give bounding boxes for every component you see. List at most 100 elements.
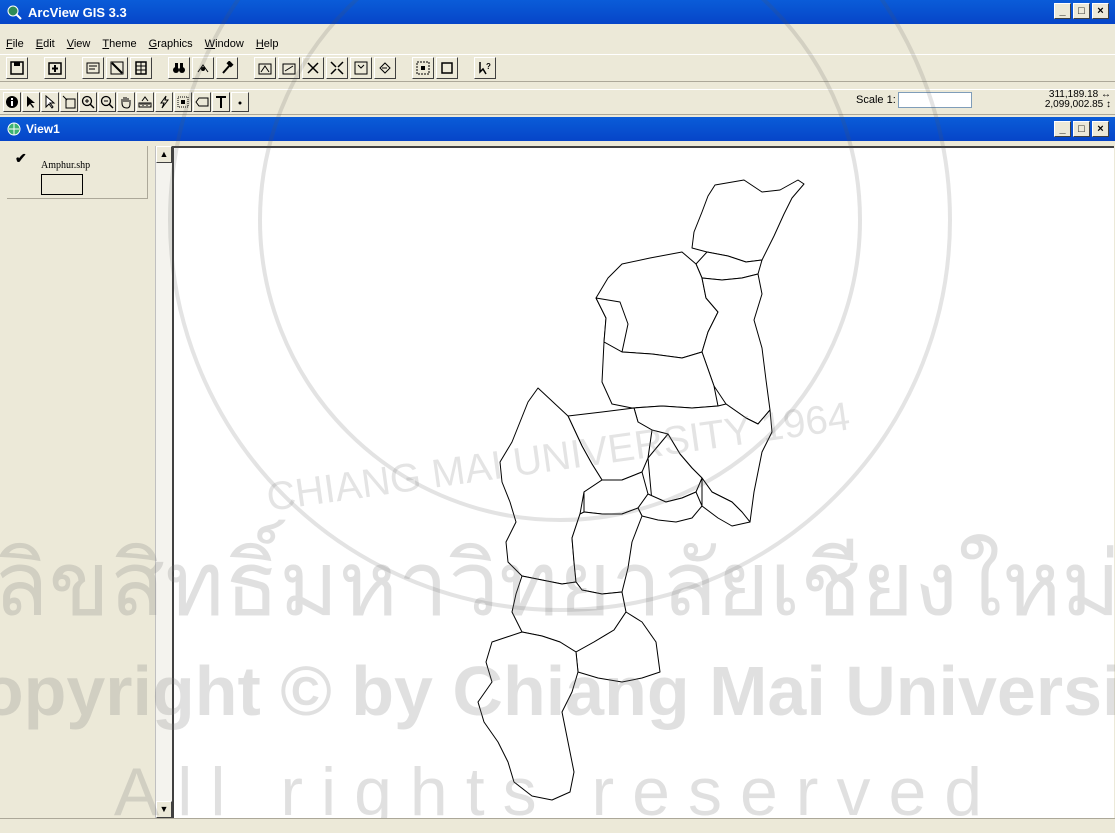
point-icon bbox=[238, 101, 242, 105]
table-of-contents: ✔ Amphur.shp ▲ ▼ bbox=[7, 146, 172, 818]
zoom-to-full-extent-button[interactable] bbox=[254, 57, 276, 79]
theme-legend-swatch bbox=[41, 174, 83, 195]
button-bar: ? bbox=[0, 54, 1115, 82]
scroll-down-arrow-icon[interactable]: ▼ bbox=[156, 801, 172, 818]
magnifier-plus-icon bbox=[81, 95, 95, 109]
pointer-tool[interactable] bbox=[22, 92, 40, 112]
north-south-arrow-icon: ↕ bbox=[1106, 99, 1111, 110]
back-arrow-icon bbox=[379, 62, 391, 74]
zoom-in-tool[interactable] bbox=[79, 92, 97, 112]
help-button[interactable]: ? bbox=[474, 57, 496, 79]
table-icon bbox=[135, 61, 147, 75]
theme-visibility-checkbox[interactable]: ✔ bbox=[15, 150, 27, 167]
add-theme-icon bbox=[48, 62, 62, 75]
properties-icon bbox=[86, 62, 100, 74]
select-features-button[interactable] bbox=[412, 57, 434, 79]
zoom-selected-icon bbox=[307, 62, 319, 74]
menu-graphics[interactable]: Graphics bbox=[143, 38, 199, 50]
ruler-icon bbox=[138, 96, 152, 108]
identify-tool[interactable] bbox=[3, 92, 21, 112]
view-title: View1 bbox=[26, 122, 60, 136]
scroll-up-arrow-icon[interactable]: ▲ bbox=[156, 146, 172, 163]
full-extent-icon bbox=[258, 63, 272, 75]
find-button[interactable] bbox=[168, 57, 190, 79]
menu-window[interactable]: Window bbox=[199, 38, 250, 50]
aoi-icon bbox=[177, 96, 189, 108]
pan-tool[interactable] bbox=[117, 92, 135, 112]
select-feature-tool[interactable] bbox=[60, 92, 78, 112]
minimize-button[interactable]: _ bbox=[1054, 3, 1071, 19]
zoom-out-tool[interactable] bbox=[98, 92, 116, 112]
hollow-pointer-icon bbox=[45, 95, 56, 109]
clear-selection-button[interactable] bbox=[436, 57, 458, 79]
map-display[interactable] bbox=[172, 146, 1114, 818]
app-titlebar: ArcView GIS 3.3 _ □ × bbox=[0, 0, 1115, 24]
floppy-icon bbox=[10, 61, 24, 75]
locate-address-button[interactable] bbox=[192, 57, 214, 79]
measure-tool[interactable] bbox=[136, 92, 154, 112]
toc-scrollbar[interactable]: ▲ ▼ bbox=[155, 146, 172, 818]
info-icon bbox=[6, 96, 18, 108]
zoom-to-selected-button[interactable] bbox=[302, 57, 324, 79]
draw-point-tool[interactable] bbox=[231, 92, 249, 112]
lightning-icon bbox=[160, 95, 169, 109]
view-close-button[interactable]: × bbox=[1092, 121, 1109, 137]
label-tool[interactable] bbox=[193, 92, 211, 112]
menu-view[interactable]: View bbox=[61, 38, 97, 50]
help-arrow-icon: ? bbox=[479, 62, 491, 75]
zoom-out-arrows-icon bbox=[354, 61, 368, 75]
district-polygon bbox=[691, 179, 805, 263]
zoom-previous-button[interactable] bbox=[374, 57, 396, 79]
text-tool[interactable] bbox=[212, 92, 230, 112]
arcview-globe-icon bbox=[7, 5, 22, 20]
select-grid-icon bbox=[416, 61, 430, 75]
hotlink-tool[interactable] bbox=[155, 92, 173, 112]
view-maximize-button[interactable]: □ bbox=[1073, 121, 1090, 137]
menu-theme[interactable]: Theme bbox=[96, 38, 142, 50]
close-button[interactable]: × bbox=[1092, 3, 1109, 19]
label-tag-icon bbox=[195, 97, 209, 107]
open-theme-table-button[interactable] bbox=[130, 57, 152, 79]
zoom-in-button[interactable] bbox=[326, 57, 348, 79]
coord-y: 2,099,002.85 bbox=[1044, 99, 1104, 110]
coordinate-readout: 311,189.18 ↔ 2,099,002.85 ↕ bbox=[1045, 90, 1111, 110]
hand-icon bbox=[121, 97, 131, 109]
view-minimize-button[interactable]: _ bbox=[1054, 121, 1071, 137]
vertex-edit-tool[interactable] bbox=[41, 92, 59, 112]
save-project-button[interactable] bbox=[6, 57, 28, 79]
menu-help[interactable]: Help bbox=[250, 38, 285, 50]
query-builder-button[interactable] bbox=[216, 57, 238, 79]
maximize-button[interactable]: □ bbox=[1073, 3, 1090, 19]
district-map bbox=[477, 179, 805, 801]
hammer-icon bbox=[222, 61, 234, 74]
zoom-themes-icon bbox=[282, 63, 296, 75]
view-titlebar: View1 _ □ × bbox=[0, 117, 1115, 141]
area-of-interest-tool[interactable] bbox=[174, 92, 192, 112]
svg-text:?: ? bbox=[486, 62, 491, 71]
district-polygon bbox=[477, 631, 579, 801]
zoom-out-button[interactable] bbox=[350, 57, 372, 79]
scale-input[interactable] bbox=[897, 92, 972, 108]
scale-label: Scale 1: bbox=[856, 94, 896, 106]
text-t-icon bbox=[216, 96, 226, 108]
status-bar bbox=[0, 818, 1115, 833]
binoculars-icon bbox=[173, 63, 185, 73]
menu-bar: File Edit View Theme Graphics Window Hel… bbox=[0, 35, 1115, 53]
add-theme-button[interactable] bbox=[44, 57, 66, 79]
menu-file[interactable]: File bbox=[0, 38, 30, 50]
clear-select-icon bbox=[441, 62, 453, 74]
select-rect-icon bbox=[62, 95, 76, 109]
zoom-to-themes-button[interactable] bbox=[278, 57, 300, 79]
menu-edit[interactable]: Edit bbox=[30, 38, 61, 50]
theme-properties-button[interactable] bbox=[82, 57, 104, 79]
scale-box: Scale 1: bbox=[856, 92, 972, 108]
app-title: ArcView GIS 3.3 bbox=[28, 4, 127, 20]
theme-name: Amphur.shp bbox=[41, 160, 91, 171]
pointer-icon bbox=[27, 96, 35, 108]
magnifier-minus-icon bbox=[100, 95, 114, 109]
view-globe-icon bbox=[7, 122, 21, 136]
theme-entry[interactable]: ✔ Amphur.shp bbox=[7, 146, 148, 199]
edit-legend-button[interactable] bbox=[106, 57, 128, 79]
locate-icon bbox=[197, 64, 209, 73]
legend-icon bbox=[110, 61, 124, 75]
